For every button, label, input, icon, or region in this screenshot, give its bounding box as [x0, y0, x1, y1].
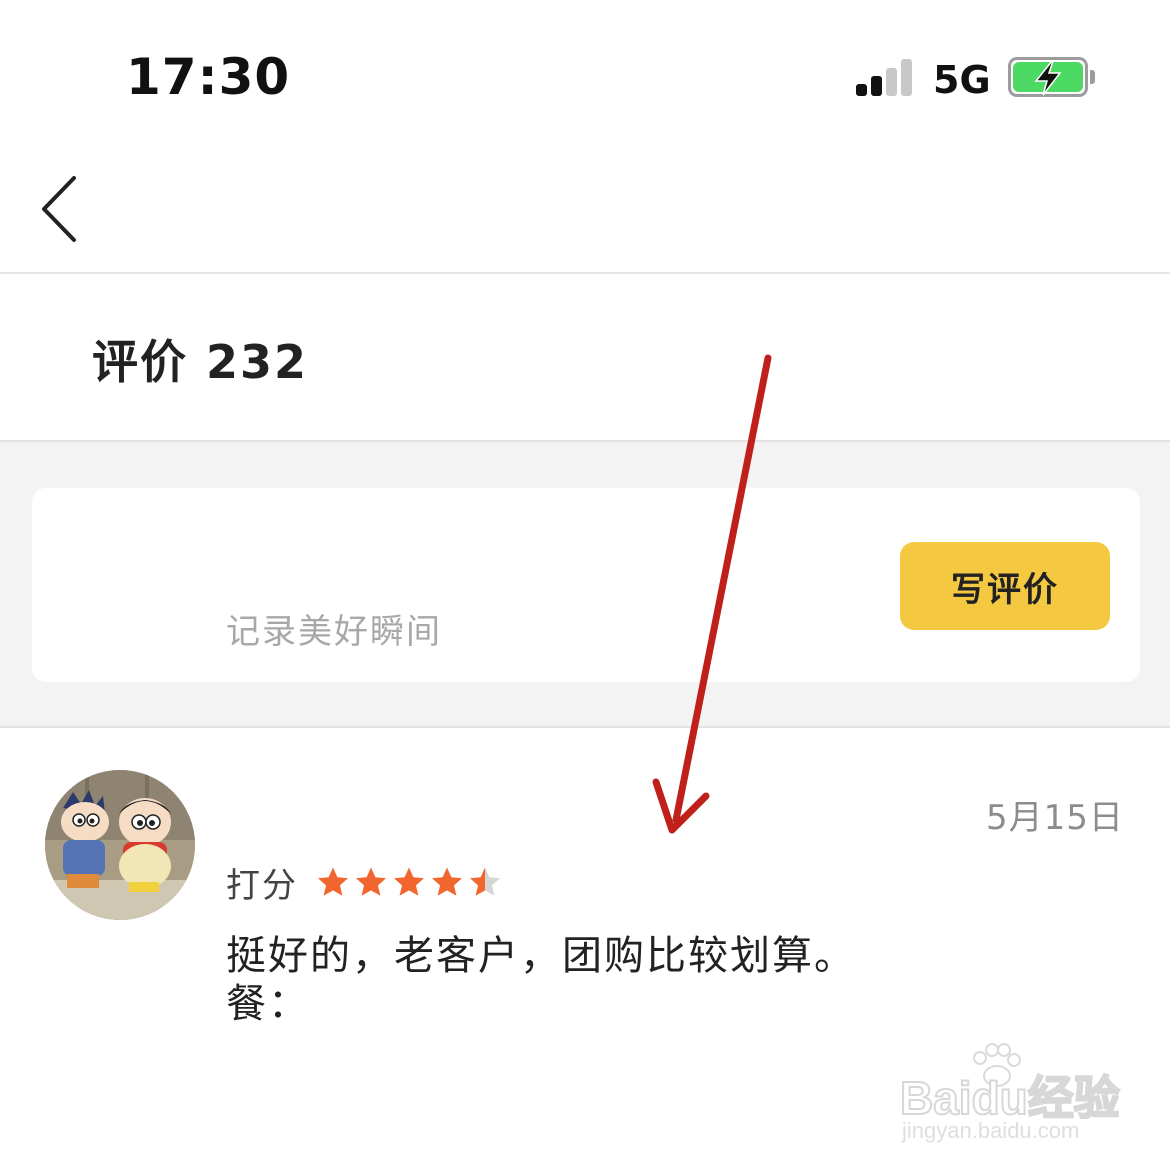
star-full-icon	[432, 867, 462, 896]
status-bar: 17:30 5G	[0, 0, 1170, 150]
watermark-logo: Baidu经验 jingyan.baidu.com	[896, 1040, 1126, 1150]
review-text-line: 挺好的，老客户，团购比较划算。	[226, 933, 856, 979]
status-time: 17:30	[126, 48, 291, 106]
cartoon-avatar-image	[45, 770, 195, 920]
watermark-url: jingyan.baidu.com	[902, 1118, 1080, 1143]
review-date: 5月15日	[986, 798, 1124, 838]
network-type: 5G	[933, 58, 991, 102]
chevron-left-icon	[42, 176, 76, 242]
star-full-icon	[356, 867, 386, 896]
nav-bar	[0, 150, 1170, 274]
write-review-placeholder[interactable]: 记录美好瞬间	[226, 604, 442, 653]
rating-row: 打分	[226, 860, 502, 906]
avatar[interactable]	[45, 770, 195, 920]
review-text-line: 餐：	[226, 981, 310, 1027]
star-full-icon	[318, 867, 348, 896]
star-half-icon	[470, 867, 500, 896]
write-review-section: 记录美好瞬间 写评价	[0, 440, 1170, 728]
star-full-icon	[394, 867, 424, 896]
star-rating	[316, 866, 502, 898]
write-review-card[interactable]: 记录美好瞬间 写评价	[32, 488, 1140, 682]
review-text: 挺好的，老客户，团购比较划算。 餐：	[226, 932, 926, 1028]
back-button[interactable]	[28, 172, 98, 246]
signal-strength-icon	[856, 58, 916, 96]
reviews-header: 评价 232	[0, 274, 1170, 438]
rating-label: 打分	[226, 865, 298, 906]
reviews-title: 评价 232	[92, 335, 309, 389]
write-review-button[interactable]: 写评价	[900, 542, 1110, 630]
battery-charging-icon	[1008, 57, 1095, 99]
